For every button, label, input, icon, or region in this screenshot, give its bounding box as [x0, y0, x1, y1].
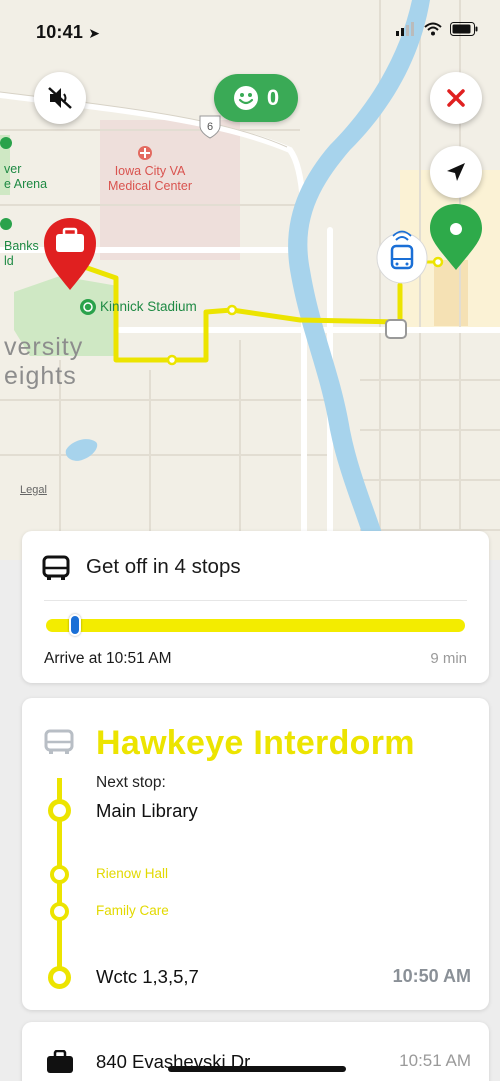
map-label-stadium: Kinnick Stadium	[100, 299, 197, 314]
location-arrow-icon	[447, 163, 465, 181]
intermediate-stop: Family Care	[96, 903, 169, 918]
next-stop-label: Next stop:	[96, 774, 166, 791]
intermediate-stop: Rienow Hall	[96, 866, 169, 881]
route-card[interactable]: Hawkeye Interdorm Next stop: Main Librar…	[22, 698, 489, 1010]
next-stop-name: Main Library	[96, 800, 198, 821]
happy-riders-button[interactable]: 0	[214, 74, 298, 122]
status-bar: 10:41 ➤	[0, 0, 500, 62]
close-x-icon	[447, 89, 465, 107]
divider	[44, 600, 467, 601]
arrival-time: Arrive at 10:51 AM	[44, 650, 172, 667]
trip-progress-indicator	[69, 614, 82, 636]
status-time: 10:41 ➤	[36, 22, 100, 43]
locate-me-button[interactable]	[430, 146, 482, 198]
briefcase-icon	[47, 1050, 73, 1073]
status-time-value: 10:41	[36, 22, 84, 42]
smiley-face-icon	[233, 86, 258, 110]
route-name: Hawkeye Interdorm	[96, 724, 415, 762]
battery-icon	[450, 22, 478, 36]
home-indicator[interactable]	[168, 1066, 346, 1072]
destination-arrival-time: 10:51 AM	[399, 1051, 471, 1070]
map-label-banks: Banks ld	[4, 239, 39, 268]
stops-remaining-title: Get off in 4 stops	[86, 555, 241, 578]
timeline-stop-dot	[50, 865, 69, 884]
va-center-line-1: Iowa City VA	[114, 164, 186, 178]
timeline-stop-dot	[48, 966, 71, 989]
wifi-icon	[424, 22, 442, 36]
progress-card[interactable]: Get off in 4 stops Arrive at 10:51 AM 9 …	[22, 531, 489, 683]
timeline-stop-dot	[50, 902, 69, 921]
map-legal-link[interactable]: Legal	[20, 484, 47, 496]
exit-stop-name: Wctc 1,3,5,7	[96, 966, 199, 987]
timeline-stop-dot	[48, 799, 71, 822]
happy-count: 0	[266, 85, 280, 110]
status-indicators	[396, 22, 478, 36]
trip-duration: 9 min	[430, 650, 467, 667]
close-button[interactable]	[430, 72, 482, 124]
bus-icon	[42, 555, 70, 580]
mute-button[interactable]	[34, 72, 86, 124]
signal-icon	[396, 22, 414, 36]
map-label-arena: ver e Arena	[4, 162, 48, 191]
map-label-va-center: Iowa City VA Medical Center	[106, 164, 194, 194]
bus-icon-gray	[44, 729, 74, 754]
map-label-university: versity eights	[4, 333, 84, 390]
exit-stop-time: 10:50 AM	[392, 966, 471, 986]
destination-card[interactable]: 840 Evashevski Dr 10:51 AM	[22, 1022, 489, 1081]
trip-progress-track	[46, 619, 465, 632]
mute-speaker-icon	[48, 87, 72, 109]
highway-number: 6	[207, 121, 213, 133]
va-center-line-2: Medical Center	[107, 179, 193, 193]
location-services-icon: ➤	[88, 25, 101, 41]
